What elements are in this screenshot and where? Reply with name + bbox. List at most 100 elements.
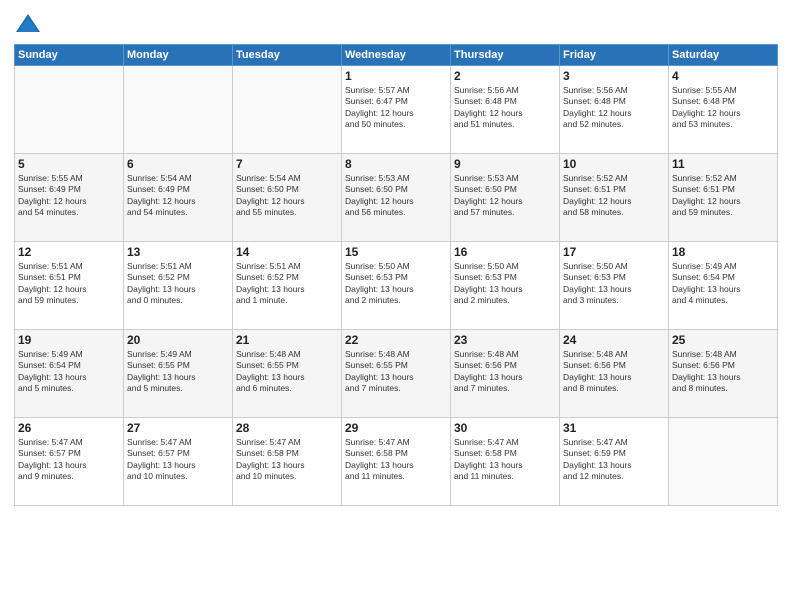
day-number: 9	[454, 157, 556, 171]
calendar-cell: 21 Sunrise: 5:48 AM Sunset: 6:55 PM Dayli…	[233, 330, 342, 418]
day-info: Sunrise: 5:47 AM Sunset: 6:57 PM Dayligh…	[127, 437, 229, 483]
weekday-header: Tuesday	[233, 45, 342, 66]
day-number: 29	[345, 421, 447, 435]
day-info: Sunrise: 5:54 AM Sunset: 6:50 PM Dayligh…	[236, 173, 338, 219]
day-number: 30	[454, 421, 556, 435]
calendar-cell: 7 Sunrise: 5:54 AM Sunset: 6:50 PM Daylig…	[233, 154, 342, 242]
calendar-cell: 23 Sunrise: 5:48 AM Sunset: 6:56 PM Dayli…	[451, 330, 560, 418]
day-info: Sunrise: 5:49 AM Sunset: 6:54 PM Dayligh…	[672, 261, 774, 307]
day-number: 31	[563, 421, 665, 435]
day-number: 18	[672, 245, 774, 259]
day-info: Sunrise: 5:52 AM Sunset: 6:51 PM Dayligh…	[672, 173, 774, 219]
day-info: Sunrise: 5:52 AM Sunset: 6:51 PM Dayligh…	[563, 173, 665, 219]
day-number: 3	[563, 69, 665, 83]
calendar-cell: 2 Sunrise: 5:56 AM Sunset: 6:48 PM Daylig…	[451, 66, 560, 154]
day-info: Sunrise: 5:47 AM Sunset: 6:59 PM Dayligh…	[563, 437, 665, 483]
day-number: 5	[18, 157, 120, 171]
day-number: 7	[236, 157, 338, 171]
calendar-cell: 13Sunrise: 5:51 AM Sunset: 6:52 PM Dayli…	[124, 242, 233, 330]
day-info: Sunrise: 5:53 AM Sunset: 6:50 PM Dayligh…	[345, 173, 447, 219]
day-number: 12	[18, 245, 120, 259]
day-info: Sunrise: 5:53 AM Sunset: 6:50 PM Dayligh…	[454, 173, 556, 219]
day-info: Sunrise: 5:54 AM Sunset: 6:49 PM Dayligh…	[127, 173, 229, 219]
day-number: 28	[236, 421, 338, 435]
calendar-cell: 22 Sunrise: 5:48 AM Sunset: 6:55 PM Dayli…	[342, 330, 451, 418]
calendar-cell: 6 Sunrise: 5:54 AM Sunset: 6:49 PM Daylig…	[124, 154, 233, 242]
day-info: Sunrise: 5:50 AM Sunset: 6:53 PM Dayligh…	[454, 261, 556, 307]
day-info: Sunrise: 5:48 AM Sunset: 6:55 PM Dayligh…	[345, 349, 447, 395]
day-number: 8	[345, 157, 447, 171]
day-number: 20	[127, 333, 229, 347]
header	[14, 10, 778, 38]
day-info: Sunrise: 5:47 AM Sunset: 6:57 PM Dayligh…	[18, 437, 120, 483]
calendar-cell: 9 Sunrise: 5:53 AM Sunset: 6:50 PM Daylig…	[451, 154, 560, 242]
calendar-cell: 18 Sunrise: 5:49 AM Sunset: 6:54 PM Dayli…	[669, 242, 778, 330]
day-info: Sunrise: 5:48 AM Sunset: 6:56 PM Dayligh…	[672, 349, 774, 395]
day-number: 11	[672, 157, 774, 171]
logo	[14, 10, 46, 38]
weekday-header: Saturday	[669, 45, 778, 66]
day-number: 15	[345, 245, 447, 259]
day-info: Sunrise: 5:55 AM Sunset: 6:48 PM Dayligh…	[672, 85, 774, 131]
calendar-cell	[233, 66, 342, 154]
calendar-cell	[669, 418, 778, 506]
day-number: 26	[18, 421, 120, 435]
calendar-cell: 17 Sunrise: 5:50 AM Sunset: 6:53 PM Dayli…	[560, 242, 669, 330]
day-number: 21	[236, 333, 338, 347]
day-number: 17	[563, 245, 665, 259]
calendar-cell: 29 Sunrise: 5:47 AM Sunset: 6:58 PM Dayli…	[342, 418, 451, 506]
calendar-cell: 1 Sunrise: 5:57 AM Sunset: 6:47 PM Daylig…	[342, 66, 451, 154]
calendar-cell	[124, 66, 233, 154]
day-number: 1	[345, 69, 447, 83]
day-info: Sunrise: 5:51 AM Sunset: 6:52 PM Dayligh…	[236, 261, 338, 307]
calendar-cell: 25 Sunrise: 5:48 AM Sunset: 6:56 PM Dayli…	[669, 330, 778, 418]
calendar-cell: 26 Sunrise: 5:47 AM Sunset: 6:57 PM Dayli…	[15, 418, 124, 506]
calendar-cell: 8 Sunrise: 5:53 AM Sunset: 6:50 PM Daylig…	[342, 154, 451, 242]
calendar-week-row: 5 Sunrise: 5:55 AM Sunset: 6:49 PM Daylig…	[15, 154, 778, 242]
calendar-cell: 3 Sunrise: 5:56 AM Sunset: 6:48 PM Daylig…	[560, 66, 669, 154]
calendar-week-row: 12 Sunrise: 5:51 AM Sunset: 6:51 PM Dayli…	[15, 242, 778, 330]
day-info: Sunrise: 5:56 AM Sunset: 6:48 PM Dayligh…	[563, 85, 665, 131]
day-number: 22	[345, 333, 447, 347]
day-number: 23	[454, 333, 556, 347]
calendar-cell: 19 Sunrise: 5:49 AM Sunset: 6:54 PM Dayli…	[15, 330, 124, 418]
day-info: Sunrise: 5:56 AM Sunset: 6:48 PM Dayligh…	[454, 85, 556, 131]
weekday-header: Wednesday	[342, 45, 451, 66]
day-number: 19	[18, 333, 120, 347]
calendar-cell: 11 Sunrise: 5:52 AM Sunset: 6:51 PM Dayli…	[669, 154, 778, 242]
day-number: 2	[454, 69, 556, 83]
logo-icon	[14, 10, 42, 38]
calendar-cell: 4 Sunrise: 5:55 AM Sunset: 6:48 PM Daylig…	[669, 66, 778, 154]
day-number: 4	[672, 69, 774, 83]
calendar-cell: 27Sunrise: 5:47 AM Sunset: 6:57 PM Dayli…	[124, 418, 233, 506]
day-number: 16	[454, 245, 556, 259]
calendar-cell: 24Sunrise: 5:48 AM Sunset: 6:56 PM Dayli…	[560, 330, 669, 418]
weekday-header: Friday	[560, 45, 669, 66]
day-info: Sunrise: 5:50 AM Sunset: 6:53 PM Dayligh…	[563, 261, 665, 307]
day-info: Sunrise: 5:48 AM Sunset: 6:55 PM Dayligh…	[236, 349, 338, 395]
weekday-header-row: SundayMondayTuesdayWednesdayThursdayFrid…	[15, 45, 778, 66]
weekday-header: Sunday	[15, 45, 124, 66]
day-info: Sunrise: 5:47 AM Sunset: 6:58 PM Dayligh…	[454, 437, 556, 483]
day-number: 13	[127, 245, 229, 259]
day-info: Sunrise: 5:57 AM Sunset: 6:47 PM Dayligh…	[345, 85, 447, 131]
day-info: Sunrise: 5:47 AM Sunset: 6:58 PM Dayligh…	[345, 437, 447, 483]
day-info: Sunrise: 5:55 AM Sunset: 6:49 PM Dayligh…	[18, 173, 120, 219]
day-info: Sunrise: 5:49 AM Sunset: 6:55 PM Dayligh…	[127, 349, 229, 395]
calendar-cell: 20 Sunrise: 5:49 AM Sunset: 6:55 PM Dayli…	[124, 330, 233, 418]
calendar-cell: 14Sunrise: 5:51 AM Sunset: 6:52 PM Dayli…	[233, 242, 342, 330]
calendar-cell	[15, 66, 124, 154]
weekday-header: Thursday	[451, 45, 560, 66]
calendar-week-row: 19 Sunrise: 5:49 AM Sunset: 6:54 PM Dayli…	[15, 330, 778, 418]
day-info: Sunrise: 5:48 AM Sunset: 6:56 PM Dayligh…	[563, 349, 665, 395]
day-number: 25	[672, 333, 774, 347]
day-info: Sunrise: 5:48 AM Sunset: 6:56 PM Dayligh…	[454, 349, 556, 395]
calendar-week-row: 26 Sunrise: 5:47 AM Sunset: 6:57 PM Dayli…	[15, 418, 778, 506]
day-info: Sunrise: 5:49 AM Sunset: 6:54 PM Dayligh…	[18, 349, 120, 395]
calendar-cell: 28Sunrise: 5:47 AM Sunset: 6:58 PM Dayli…	[233, 418, 342, 506]
calendar-cell: 16 Sunrise: 5:50 AM Sunset: 6:53 PM Dayli…	[451, 242, 560, 330]
calendar-cell: 5 Sunrise: 5:55 AM Sunset: 6:49 PM Daylig…	[15, 154, 124, 242]
day-number: 10	[563, 157, 665, 171]
day-info: Sunrise: 5:51 AM Sunset: 6:51 PM Dayligh…	[18, 261, 120, 307]
day-number: 6	[127, 157, 229, 171]
